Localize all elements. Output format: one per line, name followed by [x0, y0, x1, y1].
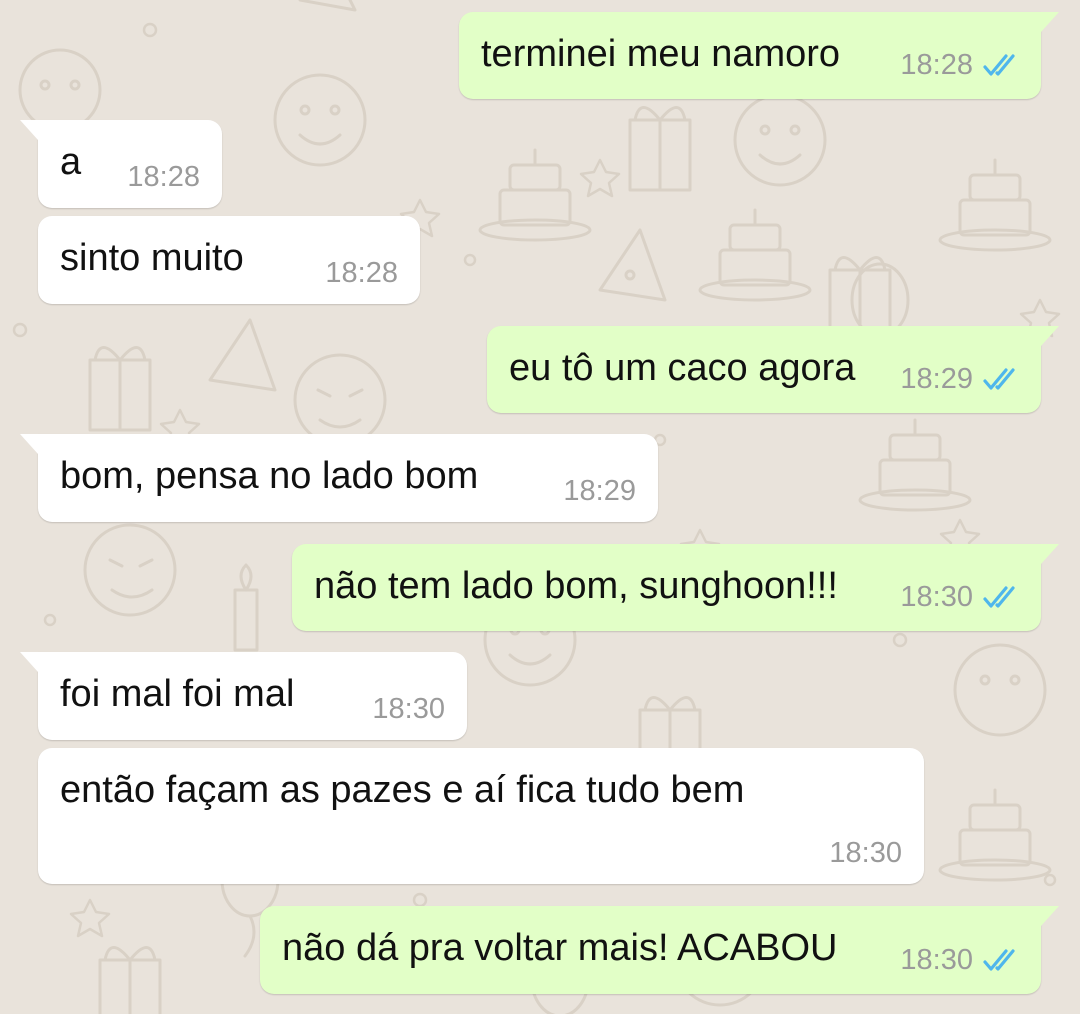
candle-doodle	[233, 563, 259, 652]
gift-doodle	[88, 346, 152, 432]
double-check-read-icon	[983, 949, 1015, 971]
message-meta: 18:30	[900, 943, 1023, 977]
message-time: 18:28	[127, 161, 200, 193]
message-meta: 18:28	[900, 48, 1023, 82]
message-bubble-outgoing[interactable]: terminei meu namoro 18:28	[459, 12, 1059, 99]
message-time: 18:28	[900, 49, 973, 81]
message-meta: 18:30	[829, 836, 902, 870]
bubble-tail	[1041, 544, 1059, 564]
message-time: 18:30	[900, 944, 973, 976]
cake-doodle	[858, 418, 972, 512]
message-time: 18:28	[325, 257, 398, 289]
face-doodle	[733, 93, 827, 187]
message-time: 18:29	[900, 363, 973, 395]
party-hat-doodle	[598, 228, 667, 302]
face-doodle	[83, 523, 177, 617]
double-check-read-icon	[983, 54, 1015, 76]
message-text: então façam as pazes e aí fica tudo bem	[60, 769, 745, 811]
bubble-tail	[1041, 12, 1059, 32]
message-bubble-incoming[interactable]: foi mal foi mal 18:30	[20, 652, 467, 740]
message-time: 18:30	[829, 837, 902, 869]
message-meta: 18:28	[325, 256, 398, 290]
message-bubble-outgoing[interactable]: não dá pra voltar mais! ACABOU 18:30	[260, 906, 1059, 994]
gift-doodle	[628, 106, 692, 192]
message-time: 18:30	[372, 693, 445, 725]
message-text: não dá pra voltar mais! ACABOU	[282, 927, 838, 969]
cake-doodle	[938, 788, 1052, 882]
cake-doodle	[478, 148, 592, 242]
bubble-tail	[1041, 906, 1059, 926]
bubble-tail	[1041, 326, 1059, 346]
message-meta: 18:30	[900, 580, 1023, 614]
bubble-tail	[20, 120, 38, 140]
face-doodle	[293, 353, 387, 447]
message-text: sinto muito	[60, 237, 244, 279]
message-bubble-incoming[interactable]: então façam as pazes e aí fica tudo bem …	[38, 748, 924, 884]
face-doodle	[273, 73, 367, 167]
gift-doodle	[98, 946, 162, 1014]
message-meta: 18:29	[900, 362, 1023, 396]
party-hat-doodle	[208, 318, 277, 392]
party-hat-doodle	[298, 0, 357, 12]
message-text: não tem lado bom, sunghoon!!!	[314, 565, 838, 607]
cake-doodle	[938, 158, 1052, 252]
message-text: a	[60, 141, 82, 183]
message-bubble-outgoing[interactable]: não tem lado bom, sunghoon!!! 18:30	[292, 544, 1059, 631]
message-text: foi mal foi mal	[60, 673, 295, 715]
double-check-read-icon	[983, 368, 1015, 390]
message-text: eu tô um caco agora	[509, 347, 856, 389]
message-text: terminei meu namoro	[481, 33, 841, 75]
message-meta: 18:30	[372, 692, 445, 726]
message-bubble-incoming[interactable]: sinto muito 18:28	[38, 216, 420, 304]
bubble-tail	[20, 434, 38, 454]
message-meta: 18:28	[127, 160, 200, 194]
message-bubble-incoming[interactable]: bom, pensa no lado bom 18:29	[20, 434, 658, 522]
face-doodle	[18, 48, 102, 132]
message-time: 18:30	[900, 581, 973, 613]
cake-doodle	[698, 208, 812, 302]
bubble-tail	[20, 652, 38, 672]
face-doodle	[953, 643, 1047, 737]
message-time: 18:29	[563, 475, 636, 507]
message-bubble-outgoing[interactable]: eu tô um caco agora 18:29	[487, 326, 1059, 413]
message-text: bom, pensa no lado bom	[60, 455, 479, 497]
message-bubble-incoming[interactable]: a 18:28	[20, 120, 222, 208]
message-meta: 18:29	[563, 474, 636, 508]
double-check-read-icon	[983, 586, 1015, 608]
